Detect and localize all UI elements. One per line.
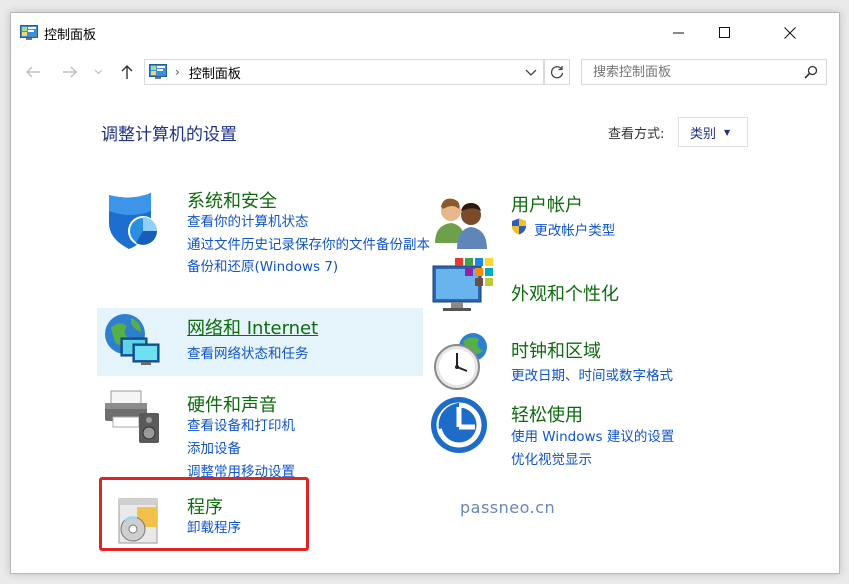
printer-speaker-icon[interactable] (101, 383, 165, 447)
link-change-date-time-format[interactable]: 更改日期、时间或数字格式 (511, 365, 673, 388)
address-bar[interactable]: › 控制面板 (144, 59, 544, 85)
chevron-down-icon (525, 69, 537, 76)
user-accounts-icon[interactable] (431, 191, 495, 255)
close-button[interactable] (748, 13, 839, 53)
address-dropdown-button[interactable] (525, 64, 537, 84)
refresh-button[interactable] (544, 59, 570, 85)
ease-of-access-links: 使用 Windows 建议的设置 优化视觉显示 (511, 426, 674, 472)
window-title: 控制面板 (44, 28, 97, 43)
control-panel-window: 控制面板 › 控制面板 搜索控制面板 调整计算机的设置 查看方式: 类别 ▼ 系… (10, 12, 840, 574)
control-panel-icon (20, 25, 38, 40)
chevron-down-icon (94, 69, 102, 75)
refresh-icon (550, 66, 564, 79)
category-network-internet[interactable]: 网络和 Internet 查看网络状态和任务 (97, 308, 423, 376)
view-by-dropdown[interactable]: 类别 ▼ (678, 117, 748, 147)
annotation-highlight-box (99, 477, 309, 551)
up-button[interactable] (116, 61, 138, 83)
caret-down-icon: ▼ (724, 127, 731, 137)
link-file-history-backup[interactable]: 通过文件历史记录保存你的文件备份副本 (187, 234, 437, 256)
watermark-text: passneo.cn (460, 498, 556, 517)
category-title-user-accounts[interactable]: 用户帐户 (511, 191, 583, 217)
network-globe-icon[interactable] (101, 310, 165, 374)
hardware-sound-links: 查看设备和打印机 添加设备 调整常用移动设置 (187, 415, 295, 484)
user-accounts-links: 更改帐户类型 (511, 218, 615, 243)
maximize-icon (719, 27, 730, 38)
arrow-right-icon (63, 66, 77, 78)
link-view-devices-printers[interactable]: 查看设备和打印机 (187, 415, 295, 438)
close-icon (784, 27, 796, 39)
system-security-links: 查看你的计算机状态 通过文件历史记录保存你的文件备份副本 备份和还原(Windo… (187, 211, 437, 279)
link-windows-recommended-settings[interactable]: 使用 Windows 建议的设置 (511, 426, 674, 449)
maximize-button[interactable] (702, 13, 748, 53)
breadcrumb-control-panel[interactable]: 控制面板 (189, 63, 241, 82)
view-by-value: 类别 (690, 126, 717, 142)
control-panel-icon (149, 64, 167, 79)
category-title-clock-region[interactable]: 时钟和区域 (511, 337, 601, 363)
category-title-system-security[interactable]: 系统和安全 (187, 187, 277, 213)
category-appearance: 外观和个性化 (429, 256, 729, 322)
back-button[interactable] (22, 61, 44, 83)
minimize-icon (673, 32, 684, 34)
link-add-device[interactable]: 添加设备 (187, 438, 295, 461)
clock-region-links: 更改日期、时间或数字格式 (511, 365, 673, 388)
category-title-appearance[interactable]: 外观和个性化 (511, 280, 619, 306)
title-bar: 控制面板 (11, 13, 839, 53)
link-change-account-type[interactable]: 更改帐户类型 (511, 218, 615, 243)
link-optimize-visual-display[interactable]: 优化视觉显示 (511, 449, 674, 472)
category-clock-region: 时钟和区域 更改日期、时间或数字格式 (429, 323, 729, 390)
appearance-monitor-icon[interactable] (431, 256, 495, 320)
category-title-hardware-sound[interactable]: 硬件和声音 (187, 391, 277, 417)
arrow-up-icon (121, 65, 133, 79)
ease-of-access-icon[interactable] (429, 393, 493, 457)
search-box[interactable] (581, 59, 827, 85)
network-internet-links: 查看网络状态和任务 (187, 343, 309, 366)
category-user-accounts: 用户帐户 更改帐户类型 (429, 185, 729, 249)
clock-globe-icon[interactable] (431, 329, 495, 393)
uac-shield-icon (512, 218, 526, 235)
security-shield-icon[interactable] (101, 189, 165, 253)
category-title-ease-of-access[interactable]: 轻松使用 (511, 401, 583, 427)
view-by-label: 查看方式: (608, 127, 665, 142)
category-hardware-sound: 硬件和声音 查看设备和打印机 添加设备 调整常用移动设置 (101, 379, 421, 480)
category-ease-of-access: 轻松使用 使用 Windows 建议的设置 优化视觉显示 (429, 389, 729, 469)
minimize-button[interactable] (656, 13, 702, 53)
arrow-left-icon (26, 66, 40, 78)
link-view-network-status[interactable]: 查看网络状态和任务 (187, 343, 309, 366)
category-title-network-internet[interactable]: 网络和 Internet (187, 314, 318, 340)
recent-locations-button[interactable] (91, 61, 105, 83)
search-input[interactable] (591, 63, 795, 81)
navigation-bar: › 控制面板 (11, 57, 839, 89)
breadcrumb-separator[interactable]: › (175, 65, 180, 79)
category-system-security: 系统和安全 查看你的计算机状态 通过文件历史记录保存你的文件备份副本 备份和还原… (101, 185, 430, 297)
link-backup-restore[interactable]: 备份和还原(Windows 7) (187, 256, 437, 279)
page-title: 调整计算机的设置 (101, 125, 237, 145)
forward-button[interactable] (59, 61, 81, 83)
link-view-computer-status[interactable]: 查看你的计算机状态 (187, 211, 437, 234)
search-icon[interactable] (804, 65, 818, 79)
link-change-account-type-label: 更改帐户类型 (534, 223, 616, 239)
